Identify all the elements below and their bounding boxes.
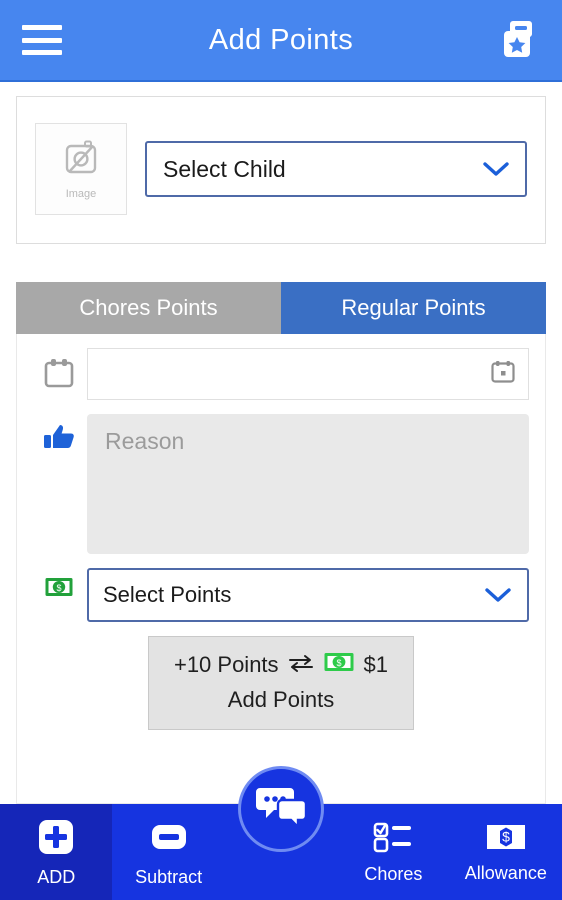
tab-chores-points[interactable]: Chores Points bbox=[16, 282, 281, 334]
reason-textarea[interactable]: Reason bbox=[87, 414, 529, 554]
date-input[interactable] bbox=[87, 348, 529, 400]
chevron-down-icon bbox=[483, 586, 513, 604]
points-type-tabs: Chores Points Regular Points bbox=[16, 282, 546, 334]
dollar-bill-icon: $ bbox=[485, 822, 527, 857]
add-points-button[interactable]: +10 Points $ $1 Add Points bbox=[148, 636, 414, 730]
select-points-value: Select Points bbox=[103, 582, 232, 607]
child-selection-card: Image Select Child bbox=[16, 96, 546, 244]
hamburger-menu-icon[interactable] bbox=[22, 25, 62, 55]
reason-placeholder: Reason bbox=[105, 428, 185, 454]
tab-regular-points-label: Regular Points bbox=[341, 295, 486, 320]
app-root: Add Points Image Select Child Chores Poi… bbox=[0, 0, 562, 900]
plus-square-icon bbox=[37, 818, 75, 861]
regular-points-form: Reason $ Select Points +10 Points $ $1 A… bbox=[16, 334, 546, 804]
bottom-navigation: ADD Subtract Chores $ Allowance bbox=[0, 766, 562, 900]
svg-text:$: $ bbox=[502, 829, 510, 845]
tab-regular-points[interactable]: Regular Points bbox=[281, 282, 546, 334]
calendar-picker-icon[interactable] bbox=[490, 359, 516, 390]
dollar-amount-label: $1 bbox=[363, 652, 389, 677]
nav-item-chores[interactable]: Chores bbox=[337, 804, 449, 900]
thumbs-up-icon bbox=[31, 414, 87, 456]
money-bill-icon: $ bbox=[323, 651, 355, 679]
add-points-conversion: +10 Points $ $1 bbox=[159, 651, 403, 679]
chat-bubbles-icon bbox=[255, 784, 308, 835]
date-row bbox=[17, 348, 545, 400]
nav-item-allowance[interactable]: $ Allowance bbox=[450, 804, 562, 900]
select-points-dropdown[interactable]: Select Points bbox=[87, 568, 529, 622]
points-amount-label: +10 Points bbox=[173, 652, 279, 677]
money-bill-icon: $ bbox=[31, 568, 87, 598]
lock-star-icon[interactable] bbox=[496, 17, 540, 63]
nav-item-add-label: ADD bbox=[37, 867, 76, 887]
svg-text:$: $ bbox=[56, 583, 61, 593]
minus-square-icon bbox=[150, 818, 188, 861]
calendar-icon bbox=[31, 348, 87, 390]
page-title: Add Points bbox=[208, 23, 354, 56]
app-header: Add Points bbox=[0, 0, 562, 82]
nav-item-add[interactable]: ADD bbox=[0, 804, 113, 900]
chevron-down-icon bbox=[481, 160, 511, 178]
reason-row: Reason bbox=[17, 414, 545, 554]
chat-bubbles-fab[interactable] bbox=[238, 766, 324, 852]
nav-item-subtract-label: Subtract bbox=[135, 867, 203, 887]
svg-text:$: $ bbox=[336, 658, 341, 668]
child-avatar-placeholder[interactable]: Image bbox=[35, 123, 127, 215]
nav-item-subtract[interactable]: Subtract bbox=[112, 804, 224, 900]
points-row: $ Select Points bbox=[17, 568, 545, 622]
image-placeholder-label: Image bbox=[65, 187, 97, 200]
select-child-value: Select Child bbox=[163, 155, 286, 182]
select-child-dropdown[interactable]: Select Child bbox=[145, 141, 527, 197]
exchange-arrows-icon bbox=[288, 652, 314, 678]
add-points-action-label: Add Points bbox=[227, 687, 335, 712]
tab-chores-points-label: Chores Points bbox=[79, 295, 218, 320]
broken-image-icon bbox=[60, 139, 102, 184]
add-points-button-wrap: +10 Points $ $1 Add Points bbox=[17, 636, 545, 730]
page-body: Image Select Child Chores Points Regular… bbox=[0, 82, 562, 804]
nav-item-chores-label: Chores bbox=[364, 864, 423, 884]
checklist-icon bbox=[373, 821, 413, 858]
nav-item-allowance-label: Allowance bbox=[464, 863, 547, 883]
